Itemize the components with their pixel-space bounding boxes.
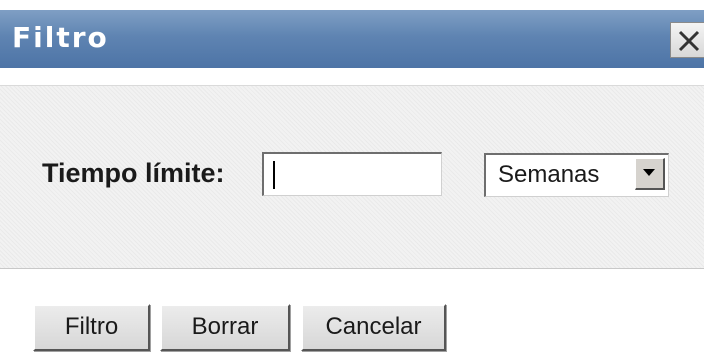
dialog-content: Tiempo límite: Semanas <box>0 85 704 269</box>
dropdown-button[interactable] <box>635 158 665 190</box>
time-limit-label: Tiempo límite: <box>42 158 225 188</box>
filter-button[interactable]: Filtro <box>33 304 150 351</box>
dialog-titlebar: Filtro <box>0 10 704 68</box>
close-button[interactable] <box>670 22 704 58</box>
cancel-button[interactable]: Cancelar <box>301 304 446 351</box>
dialog-title: Filtro <box>12 21 109 54</box>
time-unit-select[interactable]: Semanas <box>484 153 669 197</box>
close-icon <box>678 30 700 52</box>
time-unit-value: Semanas <box>498 161 600 188</box>
chevron-down-icon <box>643 169 655 176</box>
dialog-footer: Filtro Borrar Cancelar <box>0 269 704 364</box>
text-caret <box>273 161 275 189</box>
clear-button[interactable]: Borrar <box>160 304 290 351</box>
time-limit-input[interactable] <box>262 152 442 196</box>
filter-dialog: Filtro Tiempo límite: Semanas Filtro Bor… <box>0 0 704 364</box>
